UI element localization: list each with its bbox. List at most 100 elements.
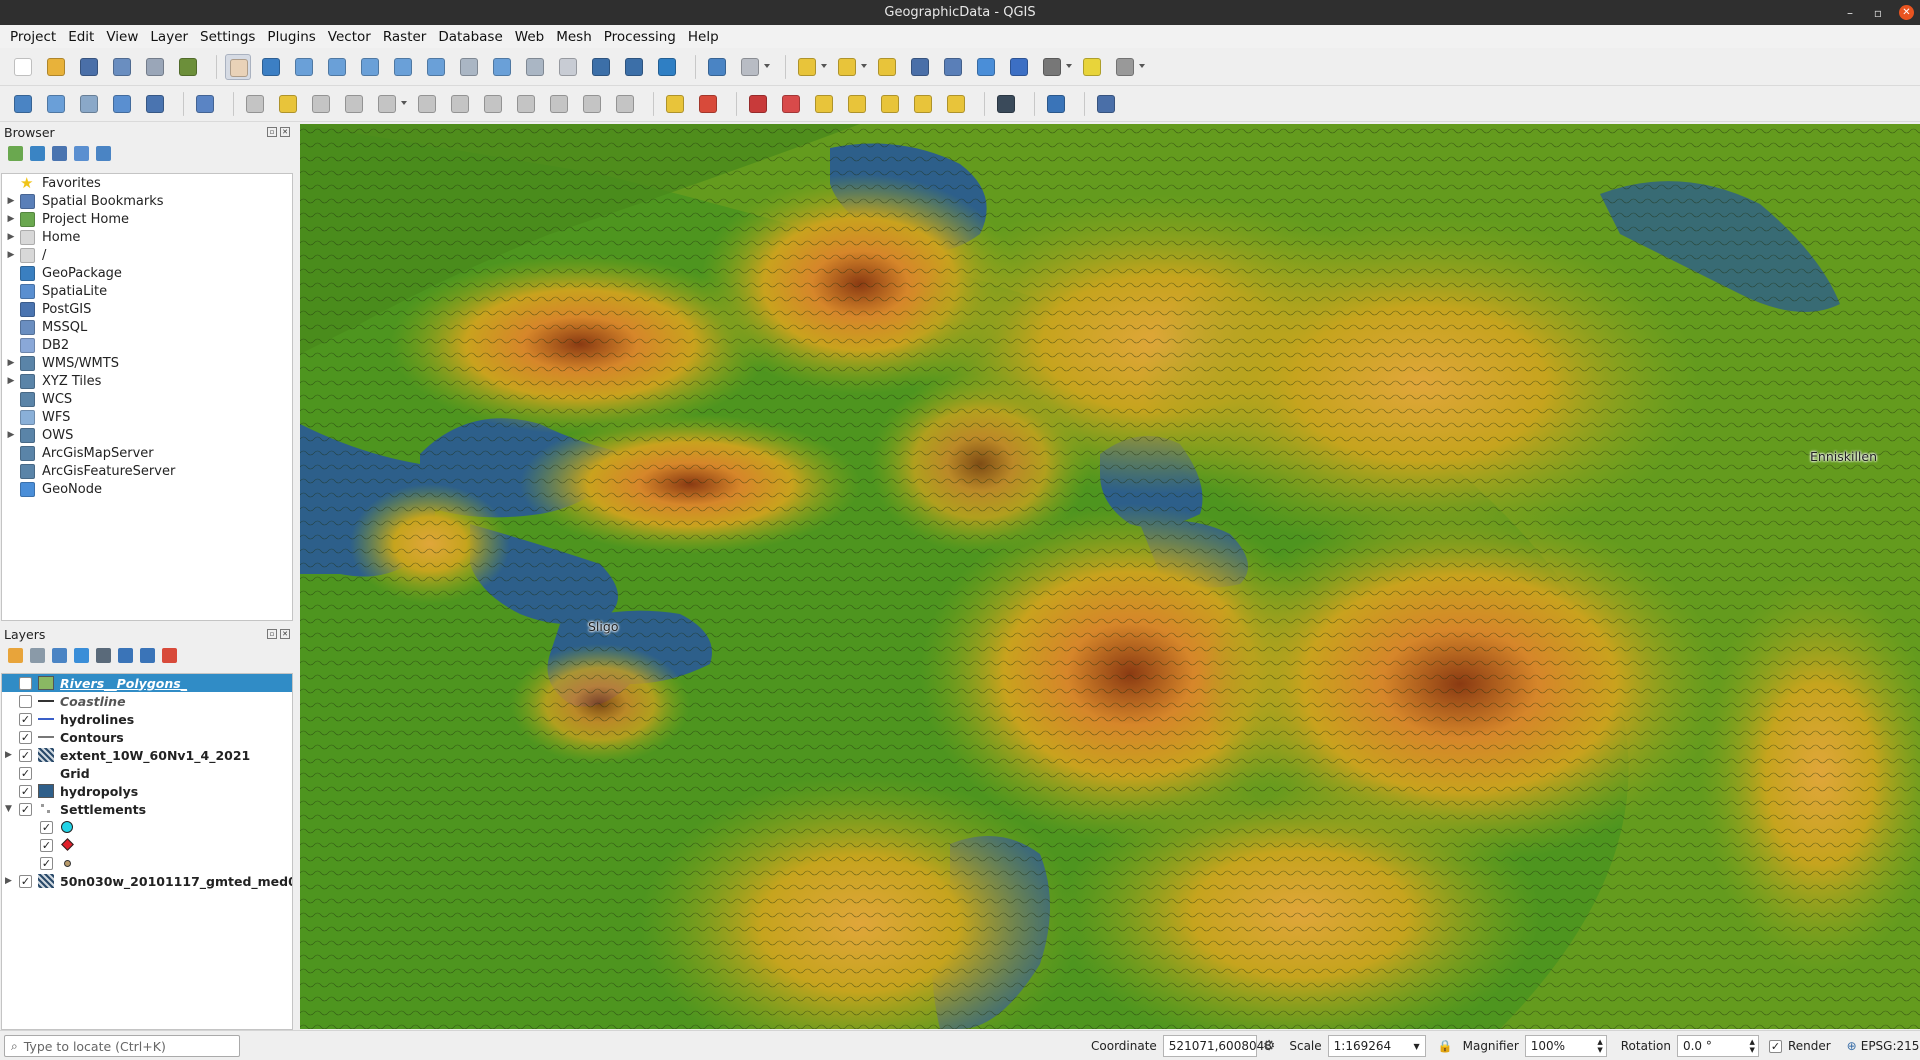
layer-row[interactable]: ✓	[2, 854, 292, 872]
browser-item[interactable]: GeoPackage	[2, 264, 292, 282]
processing-toolbox-button[interactable]	[973, 54, 999, 80]
undo-button[interactable]	[579, 91, 605, 117]
expand-arrow-icon[interactable]: ▶	[2, 214, 20, 224]
zoom-layer-button[interactable]	[423, 54, 449, 80]
measure-button[interactable]	[1039, 54, 1072, 80]
layer-visibility-checkbox[interactable]: ✓	[19, 730, 32, 744]
expand-arrow-icon[interactable]: ▶	[2, 876, 15, 886]
spin-arrows-icon[interactable]: ▲ ▼	[1597, 1038, 1602, 1054]
data-source-manager-button[interactable]	[10, 91, 36, 117]
layer-row[interactable]: ✓ Contours	[2, 728, 292, 746]
layer-visibility-checkbox[interactable]: ✓	[40, 820, 53, 834]
diagram-button[interactable]	[695, 91, 721, 117]
gps-button[interactable]	[993, 91, 1019, 117]
expand-arrow-icon[interactable]: ▶	[2, 232, 20, 242]
attribute-table-button[interactable]	[907, 54, 933, 80]
browser-item[interactable]: WFS	[2, 408, 292, 426]
scale-combobox[interactable]: 1:169264 ▼	[1327, 1035, 1426, 1057]
browser-item[interactable]: ★ Favorites	[2, 174, 292, 192]
browser-properties-icon[interactable]	[96, 145, 111, 161]
print-layout-button[interactable]	[142, 54, 168, 80]
menu-edit[interactable]: Edit	[62, 29, 100, 45]
layer-row[interactable]: ✓ hydrolines	[2, 710, 292, 728]
remove-layer-icon[interactable]	[162, 647, 177, 663]
chevron-down-icon[interactable]	[1066, 63, 1072, 68]
menu-vector[interactable]: Vector	[322, 29, 377, 45]
expand-arrow-icon[interactable]: ▶	[2, 376, 20, 386]
toggle-editing-button[interactable]	[275, 91, 301, 117]
close-panel-icon[interactable]: ✕	[280, 629, 290, 639]
zoom-full-button[interactable]	[357, 54, 383, 80]
vertex-tool-button[interactable]	[374, 91, 407, 117]
browser-item[interactable]: ▶ Home	[2, 228, 292, 246]
manage-map-themes-icon[interactable]	[52, 647, 67, 663]
zoom-selection-button[interactable]	[390, 54, 416, 80]
rotate-label-button[interactable]	[877, 91, 903, 117]
expand-arrow-icon[interactable]: ▼	[2, 804, 15, 814]
filter-legend-icon[interactable]	[74, 647, 89, 663]
open-project-button[interactable]	[43, 54, 69, 80]
layer-row[interactable]: ✓ Grid	[2, 764, 292, 782]
new-geopackage-button[interactable]	[43, 91, 69, 117]
layer-visibility-checkbox[interactable]: ✓	[19, 802, 32, 816]
coordinate-input[interactable]: 521071,6008048	[1162, 1035, 1272, 1057]
chevron-down-icon[interactable]	[821, 63, 827, 68]
chevron-down-icon[interactable]	[861, 63, 867, 68]
identify-button[interactable]	[704, 54, 730, 80]
magnifier-spinbox[interactable]: 100% ▲ ▼	[1524, 1035, 1607, 1057]
browser-item[interactable]: ▶ Spatial Bookmarks	[2, 192, 292, 210]
zoom-last-button[interactable]	[489, 54, 515, 80]
menu-view[interactable]: View	[100, 29, 144, 45]
rotation-spinbox[interactable]: 0.0 ° ▲ ▼	[1676, 1035, 1759, 1057]
deselect-button[interactable]	[874, 54, 900, 80]
delete-selected-button[interactable]	[447, 91, 473, 117]
add-group-icon[interactable]	[30, 647, 45, 663]
run-action-button[interactable]	[737, 54, 770, 80]
label-properties-button[interactable]	[943, 91, 969, 117]
pan-to-selection-button[interactable]	[258, 54, 284, 80]
zoom-out-button[interactable]	[324, 54, 350, 80]
layer-row[interactable]: ▶ ✓ 50n030w_20101117_gmted_med075	[2, 872, 292, 890]
browser-item[interactable]: SpatiaLite	[2, 282, 292, 300]
python-console-button[interactable]	[1043, 91, 1069, 117]
browser-item[interactable]: ▶ OWS	[2, 426, 292, 444]
toggle-extents-icon[interactable]: ⚙	[1263, 1038, 1276, 1054]
bookmark-button[interactable]	[621, 54, 647, 80]
layer-row[interactable]: ✓	[2, 818, 292, 836]
current-edits-button[interactable]	[242, 91, 268, 117]
close-icon[interactable]: ✕	[1899, 5, 1914, 20]
style-manager-button[interactable]	[175, 54, 201, 80]
pin-labels-button[interactable]	[745, 91, 771, 117]
menu-mesh[interactable]: Mesh	[550, 29, 598, 45]
menu-help[interactable]: Help	[682, 29, 725, 45]
help-button[interactable]	[1093, 91, 1119, 117]
layer-row[interactable]: ✓ hydropolys	[2, 782, 292, 800]
expand-all-icon[interactable]	[118, 647, 133, 663]
map-canvas[interactable]: Sligo Enniskillen	[300, 124, 1920, 1029]
menu-layer[interactable]: Layer	[144, 29, 194, 45]
locator-search-input[interactable]: ⌕ Type to locate (Ctrl+K)	[4, 1035, 240, 1057]
layer-row[interactable]: ✓	[2, 836, 292, 854]
copy-features-button[interactable]	[513, 91, 539, 117]
paste-features-button[interactable]	[546, 91, 572, 117]
temporal-button[interactable]	[588, 54, 614, 80]
save-project-button[interactable]	[76, 54, 102, 80]
refresh-button[interactable]	[654, 54, 680, 80]
browser-item[interactable]: WCS	[2, 390, 292, 408]
menu-database[interactable]: Database	[432, 29, 508, 45]
new-temp-layer-button[interactable]	[142, 91, 168, 117]
close-panel-icon[interactable]: ✕	[280, 127, 290, 137]
browser-tree[interactable]: ★ Favorites ▶ Spatial Bookmarks ▶ Project Hom…	[1, 173, 293, 621]
add-feature-button[interactable]	[341, 91, 367, 117]
save-as-button[interactable]	[109, 54, 135, 80]
menu-project[interactable]: Project	[4, 29, 62, 45]
filter-browser-icon[interactable]	[52, 145, 67, 161]
new-spatialite-button[interactable]	[109, 91, 135, 117]
text-annotation-button[interactable]	[1112, 54, 1145, 80]
virtual-layer-button[interactable]	[192, 91, 218, 117]
menu-web[interactable]: Web	[509, 29, 550, 45]
browser-item[interactable]: DB2	[2, 336, 292, 354]
browser-item[interactable]: ArcGisMapServer	[2, 444, 292, 462]
collapse-all-icon[interactable]	[74, 145, 89, 161]
layer-visibility-checkbox[interactable]: ✓	[40, 856, 53, 870]
